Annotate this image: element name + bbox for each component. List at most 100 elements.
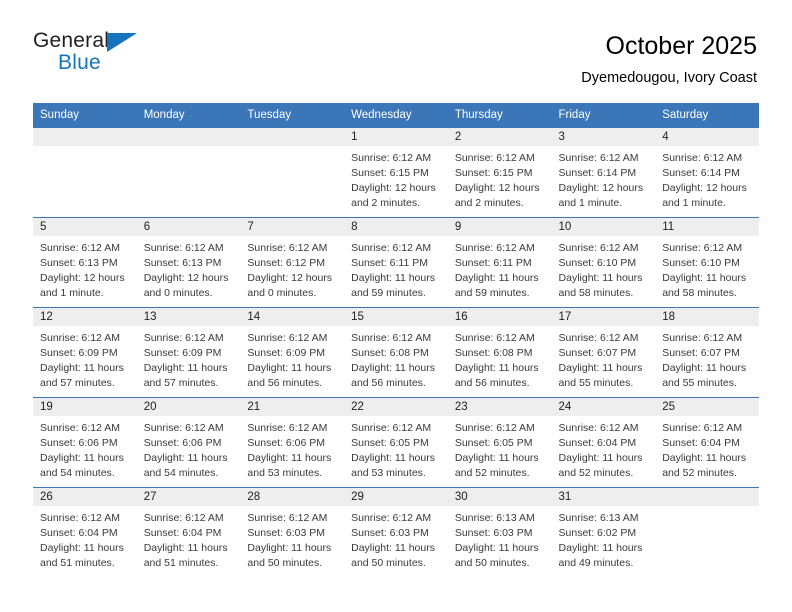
day-info: Sunrise: 6:13 AM Sunset: 6:03 PM Daylight:… (448, 506, 552, 571)
calendar-day-cell[interactable]: 23 Sunrise: 6:12 AM Sunset: 6:05 PM Dayligh… (447, 397, 552, 488)
day-info: Sunrise: 6:12 AM Sunset: 6:08 PM Daylight:… (344, 326, 448, 391)
daylight-text: Daylight: 11 hours and 52 minutes. (558, 451, 643, 479)
day-number: 15 (344, 308, 448, 326)
sunset-text: Sunset: 6:02 PM (558, 526, 637, 539)
calendar-day-cell-empty (136, 127, 241, 218)
calendar-day-cell[interactable]: 14 Sunrise: 6:12 AM Sunset: 6:09 PM Dayligh… (240, 307, 345, 398)
calendar-day-cell[interactable]: 28 Sunrise: 6:12 AM Sunset: 6:03 PM Dayligh… (240, 487, 345, 578)
calendar-day-cell[interactable]: 8 Sunrise: 6:12 AM Sunset: 6:11 PM Daylight… (344, 217, 448, 308)
sunset-text: Sunset: 6:04 PM (558, 436, 637, 449)
sunset-text: Sunset: 6:09 PM (247, 346, 326, 359)
day-number: 3 (551, 128, 656, 146)
calendar-day-cell[interactable]: 16 Sunrise: 6:12 AM Sunset: 6:08 PM Dayligh… (447, 307, 552, 398)
day-number: 13 (136, 308, 241, 326)
sunrise-text: Sunrise: 6:12 AM (40, 422, 120, 434)
calendar-day-cell[interactable]: 18 Sunrise: 6:12 AM Sunset: 6:07 PM Dayligh… (655, 307, 759, 398)
sunset-text: Sunset: 6:04 PM (662, 436, 740, 449)
sunrise-text: Sunrise: 6:12 AM (454, 332, 535, 344)
day-info: Sunrise: 6:12 AM Sunset: 6:10 PM Daylight:… (655, 236, 759, 301)
day-number: 1 (344, 128, 448, 146)
sunset-text: Sunset: 6:12 PM (247, 256, 326, 269)
daylight-text: Daylight: 11 hours and 57 minutes. (40, 361, 124, 389)
daylight-text: Daylight: 11 hours and 54 minutes. (40, 451, 124, 479)
day-info: Sunrise: 6:13 AM Sunset: 6:02 PM Daylight:… (552, 506, 656, 571)
calendar-day-cell[interactable]: 15 Sunrise: 6:12 AM Sunset: 6:08 PM Dayligh… (344, 307, 448, 398)
calendar-day-cell[interactable]: 5 Sunrise: 6:12 AM Sunset: 6:13 PM Daylight… (33, 217, 137, 308)
day-number: 5 (33, 218, 137, 236)
weekday-header-thursday: Thursday (447, 103, 552, 128)
daylight-text: Daylight: 12 hours and 1 minute. (40, 271, 125, 299)
day-number: 20 (136, 398, 241, 416)
sunset-text: Sunset: 6:13 PM (143, 256, 222, 269)
day-info: Sunrise: 6:12 AM Sunset: 6:10 PM Daylight:… (552, 236, 656, 301)
daylight-text: Daylight: 11 hours and 58 minutes. (662, 271, 747, 299)
day-number: 27 (136, 488, 241, 506)
calendar-day-cell[interactable]: 21 Sunrise: 6:12 AM Sunset: 6:06 PM Dayligh… (240, 397, 345, 488)
calendar-day-cell[interactable]: 4 Sunrise: 6:12 AM Sunset: 6:14 PM Daylight… (655, 127, 759, 218)
sunset-text: Sunset: 6:05 PM (454, 436, 533, 449)
daylight-text: Daylight: 11 hours and 49 minutes. (558, 541, 643, 569)
day-number: 17 (551, 308, 656, 326)
sunrise-text: Sunrise: 6:12 AM (558, 152, 639, 164)
calendar-day-cell[interactable]: 22 Sunrise: 6:12 AM Sunset: 6:05 PM Dayligh… (344, 397, 448, 488)
calendar-day-cell[interactable]: 27 Sunrise: 6:12 AM Sunset: 6:04 PM Dayligh… (136, 487, 241, 578)
page-subtitle: Dyemedougou, Ivory Coast (581, 69, 757, 86)
day-number: 30 (447, 488, 552, 506)
calendar-day-cell[interactable]: 13 Sunrise: 6:12 AM Sunset: 6:09 PM Dayligh… (136, 307, 241, 398)
calendar-week-row: 5 Sunrise: 6:12 AM Sunset: 6:13 PM Daylight… (33, 217, 759, 308)
daylight-text: Daylight: 11 hours and 57 minutes. (143, 361, 228, 389)
day-info: Sunrise: 6:12 AM Sunset: 6:15 PM Daylight:… (344, 146, 448, 211)
daylight-text: Daylight: 11 hours and 50 minutes. (454, 541, 539, 569)
calendar-week-row: 12 Sunrise: 6:12 AM Sunset: 6:09 PM Dayligh… (33, 307, 759, 398)
calendar-day-cell[interactable]: 7 Sunrise: 6:12 AM Sunset: 6:12 PM Daylight… (240, 217, 345, 308)
day-number: 25 (655, 398, 759, 416)
sunset-text: Sunset: 6:08 PM (454, 346, 533, 359)
day-info: Sunrise: 6:12 AM Sunset: 6:14 PM Daylight:… (552, 146, 656, 211)
sunset-text: Sunset: 6:06 PM (143, 436, 222, 449)
day-info: Sunrise: 6:12 AM Sunset: 6:04 PM Daylight:… (655, 416, 759, 481)
calendar-day-cell[interactable]: 10 Sunrise: 6:12 AM Sunset: 6:10 PM Dayligh… (551, 217, 656, 308)
day-info: Sunrise: 6:12 AM Sunset: 6:13 PM Daylight:… (33, 236, 137, 301)
sunrise-text: Sunrise: 6:12 AM (143, 422, 224, 434)
sunrise-text: Sunrise: 6:12 AM (351, 242, 432, 254)
calendar-day-cell[interactable]: 6 Sunrise: 6:12 AM Sunset: 6:13 PM Daylight… (136, 217, 241, 308)
calendar-day-cell[interactable]: 20 Sunrise: 6:12 AM Sunset: 6:06 PM Dayligh… (136, 397, 241, 488)
daylight-text: Daylight: 11 hours and 51 minutes. (40, 541, 124, 569)
day-info: Sunrise: 6:12 AM Sunset: 6:14 PM Daylight:… (655, 146, 759, 211)
calendar-day-cell[interactable]: 26 Sunrise: 6:12 AM Sunset: 6:04 PM Dayligh… (33, 487, 137, 578)
general-blue-logo[interactable]: General Blue (33, 30, 153, 82)
day-info: Sunrise: 6:12 AM Sunset: 6:11 PM Daylight:… (448, 236, 552, 301)
day-info: Sunrise: 6:12 AM Sunset: 6:04 PM Daylight:… (33, 506, 137, 571)
sunset-text: Sunset: 6:06 PM (247, 436, 326, 449)
calendar-day-cell[interactable]: 1 Sunrise: 6:12 AM Sunset: 6:15 PM Daylight… (344, 127, 448, 218)
day-info: Sunrise: 6:12 AM Sunset: 6:15 PM Daylight:… (448, 146, 552, 211)
calendar-week-row: 19 Sunrise: 6:12 AM Sunset: 6:06 PM Dayligh… (33, 397, 759, 488)
calendar-day-cell[interactable]: 2 Sunrise: 6:12 AM Sunset: 6:15 PM Daylight… (447, 127, 552, 218)
day-info: Sunrise: 6:12 AM Sunset: 6:04 PM Daylight:… (137, 506, 241, 571)
sunset-text: Sunset: 6:07 PM (558, 346, 637, 359)
day-number: 9 (447, 218, 552, 236)
calendar-day-cell[interactable]: 19 Sunrise: 6:12 AM Sunset: 6:06 PM Dayligh… (33, 397, 137, 488)
sunrise-text: Sunrise: 6:12 AM (351, 332, 432, 344)
calendar-day-cell[interactable]: 12 Sunrise: 6:12 AM Sunset: 6:09 PM Dayligh… (33, 307, 137, 398)
sunrise-text: Sunrise: 6:12 AM (558, 242, 639, 254)
calendar-day-cell[interactable]: 31 Sunrise: 6:13 AM Sunset: 6:02 PM Dayligh… (551, 487, 656, 578)
calendar-body: 1 Sunrise: 6:12 AM Sunset: 6:15 PM Daylight… (33, 127, 759, 578)
calendar-day-cell[interactable]: 11 Sunrise: 6:12 AM Sunset: 6:10 PM Dayligh… (655, 217, 759, 308)
day-number: 26 (33, 488, 137, 506)
sunrise-text: Sunrise: 6:12 AM (143, 242, 224, 254)
calendar-day-cell[interactable]: 29 Sunrise: 6:12 AM Sunset: 6:03 PM Dayligh… (344, 487, 448, 578)
calendar-day-cell[interactable]: 3 Sunrise: 6:12 AM Sunset: 6:14 PM Daylight… (551, 127, 656, 218)
sunrise-text: Sunrise: 6:12 AM (40, 332, 120, 344)
sunrise-text: Sunrise: 6:12 AM (40, 512, 120, 524)
calendar-day-cell[interactable]: 25 Sunrise: 6:12 AM Sunset: 6:04 PM Dayligh… (655, 397, 759, 488)
daylight-text: Daylight: 11 hours and 55 minutes. (662, 361, 747, 389)
calendar-grid: Sunday Monday Tuesday Wednesday Thursday… (33, 103, 759, 578)
daylight-text: Daylight: 11 hours and 58 minutes. (558, 271, 643, 299)
daylight-text: Daylight: 11 hours and 56 minutes. (247, 361, 332, 389)
calendar-day-cell[interactable]: 30 Sunrise: 6:13 AM Sunset: 6:03 PM Dayligh… (447, 487, 552, 578)
calendar-day-cell[interactable]: 17 Sunrise: 6:12 AM Sunset: 6:07 PM Dayligh… (551, 307, 656, 398)
calendar-day-cell[interactable]: 9 Sunrise: 6:12 AM Sunset: 6:11 PM Daylight… (447, 217, 552, 308)
sunset-text: Sunset: 6:05 PM (351, 436, 429, 449)
calendar-day-cell[interactable]: 24 Sunrise: 6:12 AM Sunset: 6:04 PM Dayligh… (551, 397, 656, 488)
